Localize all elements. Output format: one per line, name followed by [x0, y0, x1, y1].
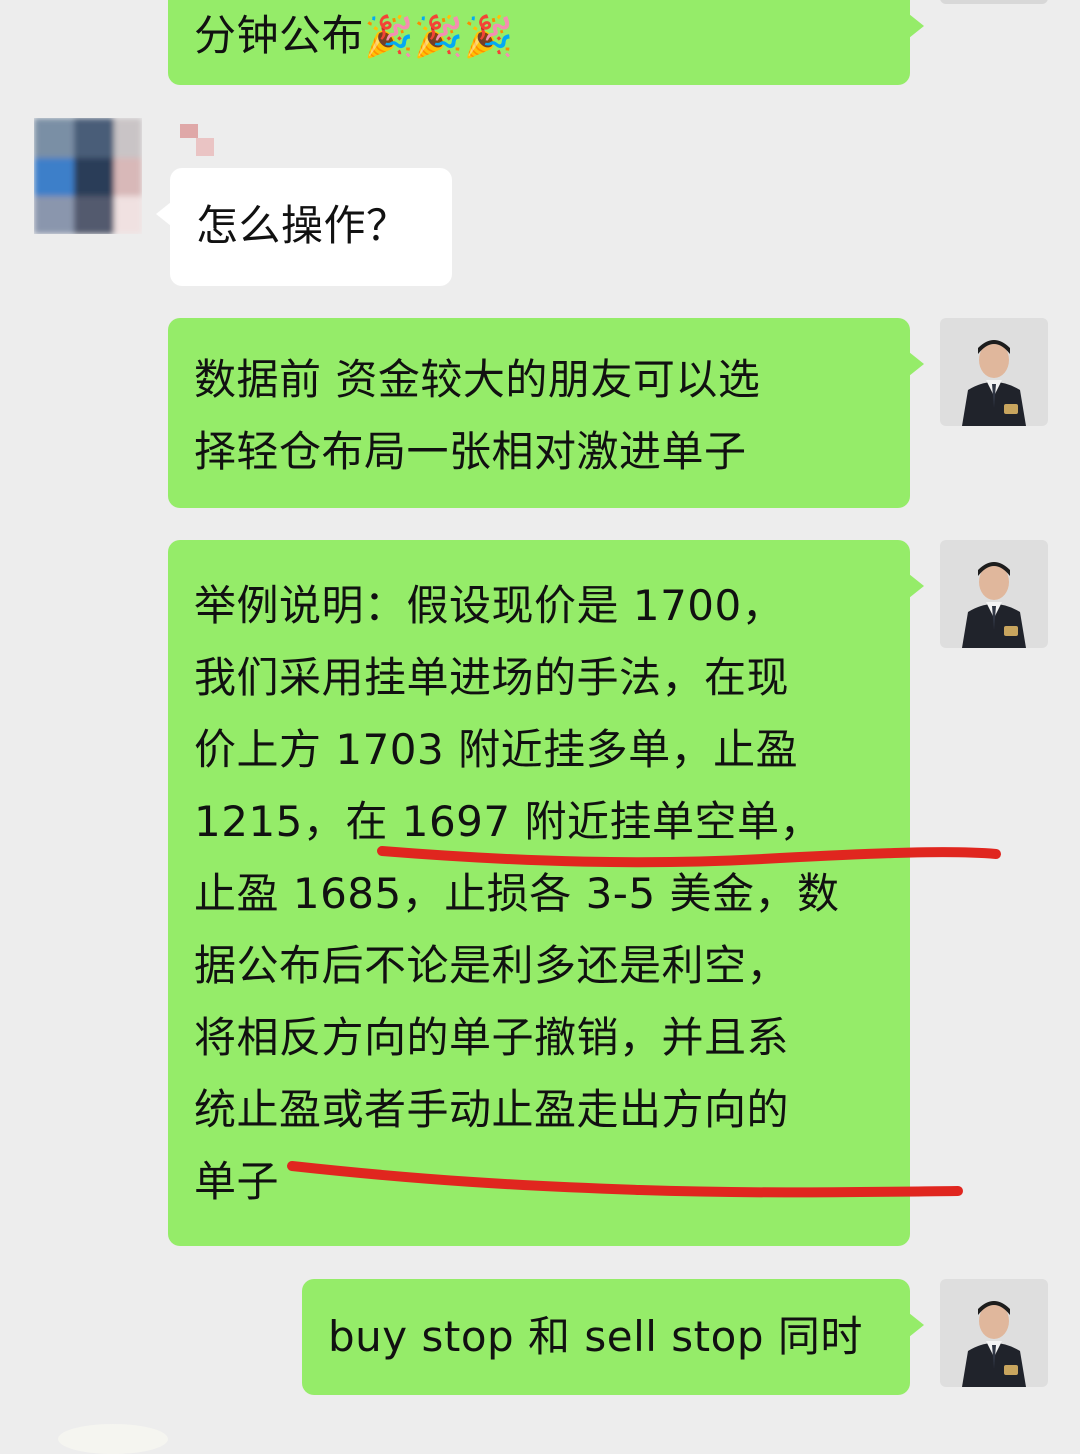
avatar-corner-blur	[180, 124, 214, 156]
user-avatar-icon	[940, 540, 1048, 648]
message-bubble-outgoing[interactable]: buy stop 和 sell stop 同时	[302, 1279, 924, 1395]
user-avatar-icon	[940, 1279, 1048, 1387]
contact-avatar[interactable]	[34, 118, 142, 234]
message-bubble-outgoing[interactable]: 举例说明：假设现价是 1700， 我们采用挂单进场的手法，在现 价上方 1703…	[168, 540, 924, 1246]
message-text: 分钟公布	[194, 11, 365, 60]
sender-avatar[interactable]	[940, 318, 1048, 426]
sender-avatar[interactable]	[940, 540, 1048, 648]
sender-avatar[interactable]	[940, 1279, 1048, 1387]
message-bubble-outgoing[interactable]: 分钟公布🎉🎉🎉	[168, 0, 924, 85]
party-popper-icon: 🎉🎉🎉	[364, 14, 514, 60]
user-avatar-icon	[940, 318, 1048, 426]
message-text: buy stop 和 sell stop 同时	[328, 1312, 863, 1361]
message-text: 举例说明：假设现价是 1700， 我们采用挂单进场的手法，在现 价上方 1703…	[194, 581, 840, 1206]
message-text: 数据前 资金较大的朋友可以选 择轻仓布局一张相对激进单子	[194, 355, 761, 476]
message-bubble-outgoing[interactable]: 数据前 资金较大的朋友可以选 择轻仓布局一张相对激进单子	[168, 318, 924, 508]
chat-area: 分钟公布🎉🎉🎉 怎么操作？ 数据前 资金较大的朋友可以选 择轻仓布局一张相对激进…	[0, 0, 1080, 1454]
message-bubble-incoming[interactable]: 怎么操作？	[156, 168, 452, 286]
sender-avatar-partial[interactable]	[940, 0, 1048, 4]
partial-next-message	[58, 1424, 168, 1454]
message-text: 怎么操作？	[196, 201, 409, 250]
